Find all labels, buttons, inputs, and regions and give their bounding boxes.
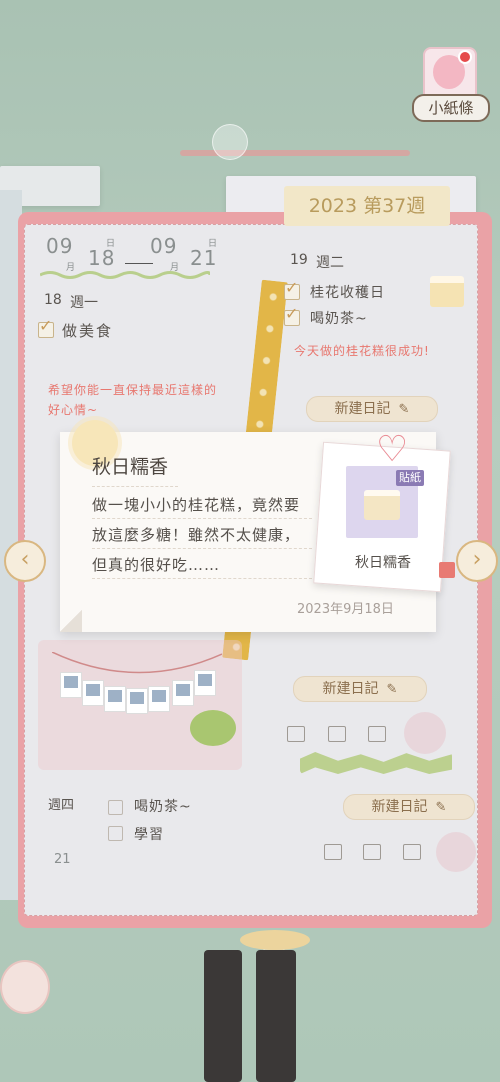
photo-item xyxy=(194,670,216,696)
blob-decoration xyxy=(436,832,476,872)
day-unit: 日 xyxy=(208,239,218,249)
bubble-decoration xyxy=(212,124,248,160)
empty-checkbox[interactable] xyxy=(324,844,342,860)
empty-checkbox[interactable] xyxy=(287,726,305,742)
day-date: 18 xyxy=(44,292,62,308)
todo-label: 喝奶茶~ xyxy=(310,311,368,327)
day-date: 19 xyxy=(290,252,308,268)
day-weekday: 週二 xyxy=(316,255,344,271)
cake-icon xyxy=(364,490,400,520)
pen-icon: ✎ xyxy=(398,402,410,417)
empty-checkbox[interactable] xyxy=(328,726,346,742)
paw-decoration xyxy=(0,960,50,1014)
end-month: 09 xyxy=(150,234,178,258)
entry-title: 秋日糯香 xyxy=(92,456,169,478)
photo-item xyxy=(60,672,82,698)
new-diary-label: 新建日記 xyxy=(334,401,391,417)
todo-checkbox[interactable] xyxy=(38,316,54,338)
gift-icon[interactable] xyxy=(439,562,455,578)
divider xyxy=(92,486,178,488)
day-unit: 日 xyxy=(106,239,116,249)
plant-decoration xyxy=(190,710,236,746)
day-weekday: 週四 xyxy=(48,798,75,813)
photo-item xyxy=(172,680,194,706)
todo-label: 桂花收穫日 xyxy=(310,285,385,301)
day-note: 今天做的桂花糕很成功! xyxy=(294,344,430,358)
new-diary-button[interactable]: 新建日記 ✎ xyxy=(306,396,438,422)
cake-icon xyxy=(430,276,464,307)
entry-text-line: 做一塊小小的桂花糕，竟然要 xyxy=(92,496,301,514)
day-note: 希望你能一直保持最近這樣的好心情~ xyxy=(48,383,218,417)
divider xyxy=(92,548,312,550)
date-arrow xyxy=(125,263,153,264)
prev-page-button[interactable]: ‹ xyxy=(4,540,46,582)
photo-item xyxy=(148,686,170,712)
sticker-badge: 貼紙 xyxy=(396,470,424,486)
empty-checkbox[interactable] xyxy=(368,726,386,742)
pen-icon: ✎ xyxy=(435,800,447,815)
character-leg xyxy=(204,950,242,1082)
chevron-left-icon: ‹ xyxy=(20,547,30,572)
blob-decoration xyxy=(404,712,446,754)
start-day: 18 xyxy=(88,246,116,270)
empty-checkbox[interactable] xyxy=(363,844,381,860)
photo-item xyxy=(104,686,126,712)
notification-dot xyxy=(458,50,472,64)
new-diary-label: 新建日記 xyxy=(371,799,428,815)
new-diary-label: 新建日記 xyxy=(322,681,379,697)
end-day: 21 xyxy=(190,246,218,270)
todo-checkbox[interactable] xyxy=(108,800,123,815)
todo-checkbox[interactable] xyxy=(284,304,300,326)
new-diary-button[interactable]: 新建日記 ✎ xyxy=(293,676,427,702)
empty-checkbox[interactable] xyxy=(403,844,421,860)
photo-item xyxy=(126,688,148,714)
divider xyxy=(92,578,312,580)
wave-decoration xyxy=(40,271,210,279)
heart-clip-icon: ♡ xyxy=(376,429,409,470)
entry-date: 2023年9月18日 xyxy=(297,602,394,617)
start-month: 09 xyxy=(46,234,74,258)
sticker-name: 秋日糯香 xyxy=(355,555,411,571)
todo-checkbox[interactable] xyxy=(108,826,123,841)
chevron-right-icon: › xyxy=(472,547,482,572)
todo-label: 做美食 xyxy=(62,322,114,340)
pen-icon: ✎ xyxy=(386,682,398,697)
new-diary-button[interactable]: 新建日記 ✎ xyxy=(343,794,475,820)
note-label[interactable]: 小紙條 xyxy=(412,94,490,122)
corner-fold xyxy=(60,610,82,632)
todo-label: 喝奶茶~ xyxy=(134,799,192,815)
entry-text-line: 放這麼多糖！雖然不太健康， xyxy=(92,526,301,544)
day-date: 21 xyxy=(54,852,71,867)
week-tab: 2023 第37週 xyxy=(284,186,450,226)
todo-checkbox[interactable] xyxy=(284,278,300,300)
character-leg xyxy=(256,950,296,1082)
day-weekday: 週一 xyxy=(70,295,98,311)
next-page-button[interactable]: › xyxy=(456,540,498,582)
photo-item xyxy=(82,680,104,706)
entry-text-line: 但真的很好吃…… xyxy=(92,556,221,574)
leaf-decoration xyxy=(240,930,310,950)
todo-label: 學習 xyxy=(134,827,164,843)
divider xyxy=(92,518,312,520)
